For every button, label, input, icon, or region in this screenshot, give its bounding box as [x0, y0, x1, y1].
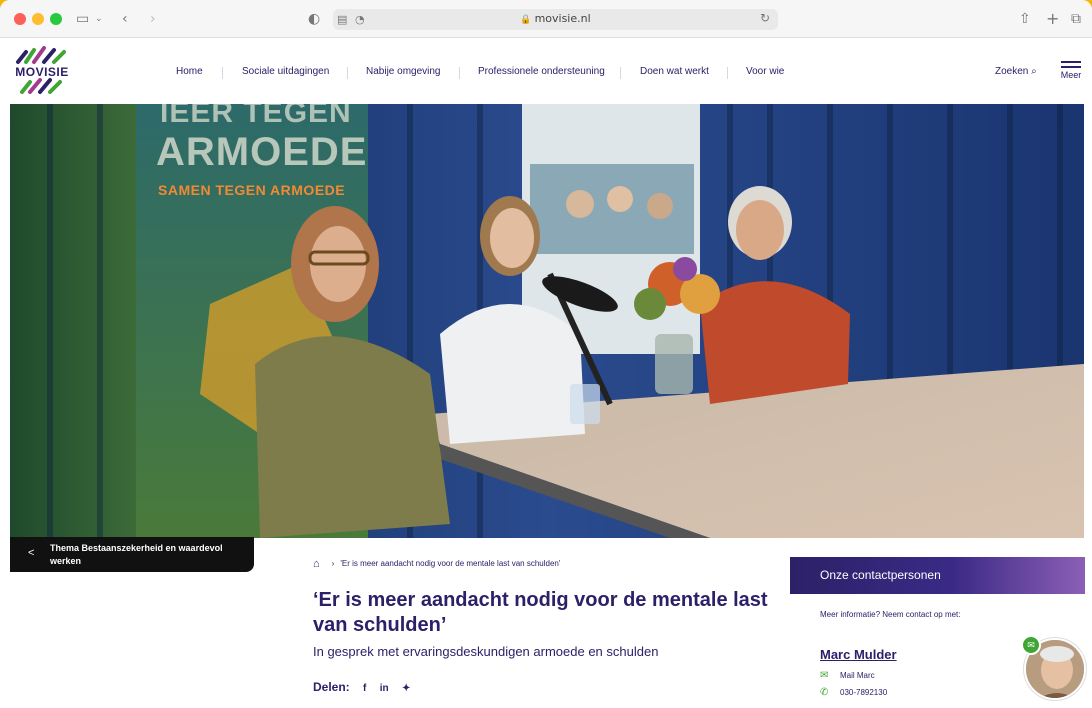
hero-image: IEER TEGEN ARMOEDE SAMEN TEGEN ARMOEDE	[10, 104, 1084, 538]
mail-icon[interactable]: ✉	[1021, 635, 1041, 655]
banner-text: IEER TEGEN	[160, 104, 352, 129]
nav-nabije-omgeving[interactable]: Nabije omgeving	[366, 66, 441, 77]
nav-divider	[620, 67, 621, 79]
close-window-button[interactable]	[14, 13, 26, 25]
contact-heading: Onze contactpersonen	[790, 557, 1085, 594]
nav-professionele-ondersteuning[interactable]: Professionele ondersteuning	[478, 66, 605, 77]
banner-text: SAMEN TEGEN ARMOEDE	[158, 182, 346, 198]
linkedin-icon[interactable]: in	[380, 683, 389, 694]
contact-name-link[interactable]: Marc Mulder	[820, 647, 897, 662]
search-icon: ⌕	[1031, 66, 1037, 77]
nav-sociale-uitdagingen[interactable]: Sociale uitdagingen	[242, 66, 329, 77]
phone-icon: ✆	[820, 687, 829, 698]
share-bar: Delen: f in ✦	[313, 680, 411, 694]
nav-doen-wat-werkt[interactable]: Doen wat werkt	[640, 66, 709, 77]
browser-window: ▭ ⌄ ‹ › ◐ ▤ ◔ 🔒 movisie.nl ↻ ⇧ + ⧉ MOVIS…	[0, 0, 1092, 708]
hamburger-icon	[1061, 61, 1081, 63]
browser-toolbar: ▭ ⌄ ‹ › ◐ ▤ ◔ 🔒 movisie.nl ↻ ⇧ + ⧉	[0, 0, 1092, 38]
movisie-logo[interactable]: MOVISIE	[12, 44, 72, 96]
zoom-window-button[interactable]	[50, 13, 62, 25]
chevron-left-icon[interactable]: ‹	[122, 9, 128, 29]
banner-text: ARMOEDE	[156, 130, 368, 174]
menu-button[interactable]: Meer	[1057, 58, 1085, 80]
new-tab-icon[interactable]: +	[1046, 9, 1059, 29]
chevron-right-icon[interactable]: ›	[150, 9, 156, 29]
chevron-left-icon: <	[28, 547, 35, 559]
lock-icon: 🔒	[520, 15, 532, 25]
site-header: MOVISIE Home Sociale uitdagingen Nabije …	[0, 38, 1092, 104]
theme-back-link[interactable]: < Thema Bestaanszekerheid en waardevol w…	[10, 537, 254, 572]
nav-home[interactable]: Home	[176, 66, 203, 77]
chevron-down-icon[interactable]: ⌄	[95, 9, 103, 29]
facebook-icon[interactable]: f	[363, 683, 366, 694]
twitter-icon[interactable]: ✦	[402, 683, 410, 694]
breadcrumb: ⌂ › 'Er is meer aandacht nodig voor de men…	[313, 558, 560, 570]
nav-divider	[727, 67, 728, 79]
reload-icon[interactable]: ↻	[760, 11, 770, 25]
contact-mail-link[interactable]: ✉ Mail Marc	[820, 670, 875, 681]
share-icon[interactable]: ⇧	[1019, 9, 1031, 29]
nav-divider	[347, 67, 348, 79]
url-text: 🔒 movisie.nl	[520, 12, 591, 25]
contact-phone-link[interactable]: ✆ 030-7892130	[820, 687, 887, 698]
home-icon[interactable]: ⌂	[313, 558, 320, 570]
nav-divider	[459, 67, 460, 79]
breadcrumb-current: 'Er is meer aandacht nodig voor de menta…	[340, 559, 561, 568]
minimize-window-button[interactable]	[32, 13, 44, 25]
nav-voor-wie[interactable]: Voor wie	[746, 66, 784, 77]
mail-icon: ✉	[820, 670, 829, 681]
page-title: ‘Er is meer aandacht nodig voor de menta…	[313, 589, 768, 636]
breadcrumb-separator-icon: ›	[331, 559, 335, 568]
sidebar-icon[interactable]: ▭	[76, 9, 89, 29]
search-button[interactable]: Zoeken ⌕	[995, 66, 1037, 77]
shield-icon[interactable]: ◐	[308, 9, 320, 29]
tabs-icon[interactable]: ⧉	[1071, 9, 1081, 29]
contact-intro: Meer informatie? Neem contact op met:	[820, 610, 961, 619]
nav-divider	[222, 67, 223, 79]
address-bar[interactable]: ▤ ◔ 🔒 movisie.nl ↻	[333, 9, 778, 30]
page-subtitle: In gesprek met ervaringsdeskundigen armo…	[313, 644, 659, 659]
